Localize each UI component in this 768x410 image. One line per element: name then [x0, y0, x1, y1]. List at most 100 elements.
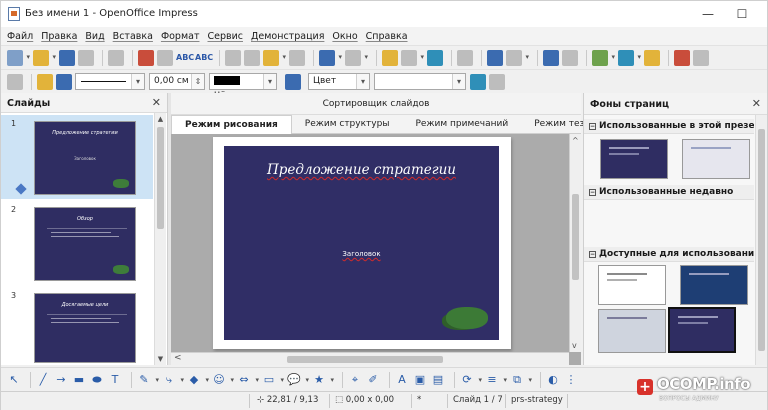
slide-canvas[interactable]: Предложение стратегии Заголовок — [171, 134, 569, 352]
scroll-up-icon[interactable]: ▲ — [155, 113, 166, 125]
slide-title-text[interactable]: Предложение стратегии — [224, 162, 499, 178]
menu-edit[interactable]: Правка — [41, 31, 77, 42]
flowchart-icon[interactable]: ▭ — [262, 373, 284, 387]
select-arrow-icon[interactable]: ↖ — [7, 373, 21, 387]
line-tool-icon[interactable]: ╱ — [36, 373, 50, 387]
zoom-icon[interactable] — [506, 49, 529, 66]
curve-tool-icon[interactable]: ✎ — [137, 373, 159, 387]
cut-icon[interactable] — [225, 49, 241, 66]
symbol-shapes-icon[interactable]: ☺ — [212, 373, 234, 387]
save-icon[interactable] — [59, 49, 75, 66]
toolbar-overflow-icon-4[interactable]: ⋮ — [564, 373, 578, 387]
toolbar-overflow-icon[interactable] — [562, 49, 578, 66]
copy-icon[interactable] — [244, 49, 260, 66]
line-style-select[interactable]: ▾ — [75, 73, 145, 90]
section-header[interactable]: −Использованные в этой презентации — [584, 119, 754, 134]
minimize-button[interactable]: — — [693, 5, 723, 23]
collapse-icon[interactable]: − — [589, 123, 596, 130]
basic-shapes-icon[interactable]: ◆ — [187, 373, 209, 387]
callouts-icon[interactable]: 💬 — [287, 373, 309, 387]
editor-vertical-scrollbar[interactable]: ^ v — [569, 134, 581, 352]
scroll-down-icon[interactable]: v — [572, 341, 577, 350]
menu-file[interactable]: Файл — [7, 31, 33, 42]
undo-icon[interactable] — [319, 49, 342, 66]
text-tool-icon[interactable]: T — [108, 373, 122, 387]
slide-layout-icon[interactable] — [592, 49, 615, 66]
line-color-select[interactable]: Чёрнь ▾ — [209, 73, 277, 101]
shadow-icon[interactable] — [470, 73, 486, 90]
tab-notes-view[interactable]: Режим примечаний — [402, 115, 521, 134]
toolbar-overflow-icon-2[interactable] — [693, 49, 709, 66]
master-thumbnail-3[interactable] — [598, 265, 666, 305]
chart-icon[interactable] — [382, 49, 398, 66]
navigator-icon[interactable] — [487, 49, 503, 66]
slide-thumbnail-3[interactable]: 3 Досягаемые цели — [1, 287, 153, 371]
section-header[interactable]: − Использованные недавно — [584, 185, 754, 200]
stars-icon[interactable]: ★ — [312, 373, 334, 387]
scroll-thumb[interactable] — [287, 356, 443, 363]
master-thumbnail-4[interactable] — [680, 265, 748, 305]
presentation-icon[interactable] — [674, 49, 690, 66]
area-style-select[interactable]: Цвет ▾ — [308, 73, 370, 90]
new-document-icon[interactable] — [7, 49, 30, 66]
arrow-style-icon[interactable] — [56, 73, 79, 90]
collapse-icon[interactable]: − — [589, 189, 596, 196]
arrow-tool-icon[interactable]: → — [54, 373, 68, 387]
menu-tools[interactable]: Сервис — [207, 31, 243, 42]
slide-subtitle-text[interactable]: Заголовок — [224, 250, 499, 258]
help-icon[interactable] — [543, 49, 559, 66]
menu-view[interactable]: Вид — [85, 31, 104, 42]
area-value-select[interactable]: ▾ — [374, 73, 466, 90]
maximize-button[interactable]: ☐ — [727, 5, 757, 23]
export-pdf-icon[interactable] — [138, 49, 154, 66]
arrange-icon[interactable]: ⧉ — [510, 373, 532, 387]
tab-drawing-view[interactable]: Режим рисования — [171, 115, 292, 134]
area-fill-icon[interactable] — [285, 73, 301, 90]
globe-icon[interactable] — [427, 49, 443, 66]
scroll-thumb[interactable] — [157, 127, 164, 229]
menu-help[interactable]: Справка — [366, 31, 408, 42]
collapse-icon[interactable]: − — [589, 251, 596, 258]
from-file-icon[interactable]: ▣ — [413, 373, 427, 387]
menu-window[interactable]: Окно — [332, 31, 357, 42]
section-header[interactable]: − Доступные для использования — [584, 247, 754, 262]
fontwork-icon[interactable]: A — [395, 373, 409, 387]
menu-slideshow[interactable]: Демонстрация — [251, 31, 324, 42]
autospellcheck-icon[interactable]: ABC — [195, 50, 213, 66]
connector-tool-icon[interactable]: ⤷ — [162, 373, 184, 387]
block-arrows-icon[interactable]: ⇔ — [237, 373, 259, 387]
menu-format[interactable]: Формат — [161, 31, 200, 42]
scroll-left-icon[interactable]: < — [174, 353, 182, 363]
master-thumbnail-6[interactable] — [668, 307, 736, 353]
table-icon[interactable] — [401, 49, 424, 66]
slide-design-icon[interactable] — [618, 49, 641, 66]
extrusion-icon[interactable]: ◐ — [546, 373, 560, 387]
points-icon[interactable]: ⌖ — [348, 373, 362, 387]
toolbar-overflow-icon-3[interactable] — [489, 73, 505, 90]
close-icon[interactable]: ✕ — [152, 96, 161, 109]
edit-file-icon[interactable] — [108, 49, 124, 66]
grid-icon[interactable] — [457, 49, 473, 66]
master-pages-scrollbar[interactable] — [755, 115, 767, 365]
spellcheck-icon[interactable]: ABC — [176, 50, 194, 66]
scroll-down-icon[interactable]: ▼ — [155, 353, 166, 365]
master-thumbnail-2[interactable] — [682, 139, 750, 179]
redo-icon[interactable] — [345, 49, 368, 66]
master-thumbnail-5[interactable] — [598, 309, 666, 353]
slide-background[interactable]: Предложение стратегии Заголовок — [224, 146, 499, 340]
glue-points-icon[interactable]: ✐ — [366, 373, 380, 387]
slide-thumbnail-2[interactable]: 2 Обзор — [1, 201, 153, 285]
tab-outline-view[interactable]: Режим структуры — [292, 115, 403, 134]
align-icon[interactable]: ≡ — [485, 373, 507, 387]
ellipse-tool-icon[interactable]: ⬬ — [90, 373, 104, 387]
master-thumbnail-1[interactable] — [600, 139, 668, 179]
open-folder-icon[interactable] — [33, 49, 56, 66]
slide-thumbnail-1[interactable]: 1 Предложение стратегии Заголовок — [1, 115, 153, 199]
scroll-thumb[interactable] — [758, 129, 765, 351]
rectangle-tool-icon[interactable]: ▬ — [72, 373, 86, 387]
slide-page[interactable]: Предложение стратегии Заголовок — [213, 137, 511, 349]
rotate-icon[interactable]: ⟳ — [460, 373, 482, 387]
gallery-icon[interactable]: ▤ — [431, 373, 445, 387]
clone-format-icon[interactable] — [289, 49, 305, 66]
slides-scrollbar[interactable]: ▲ ▼ — [154, 113, 166, 365]
